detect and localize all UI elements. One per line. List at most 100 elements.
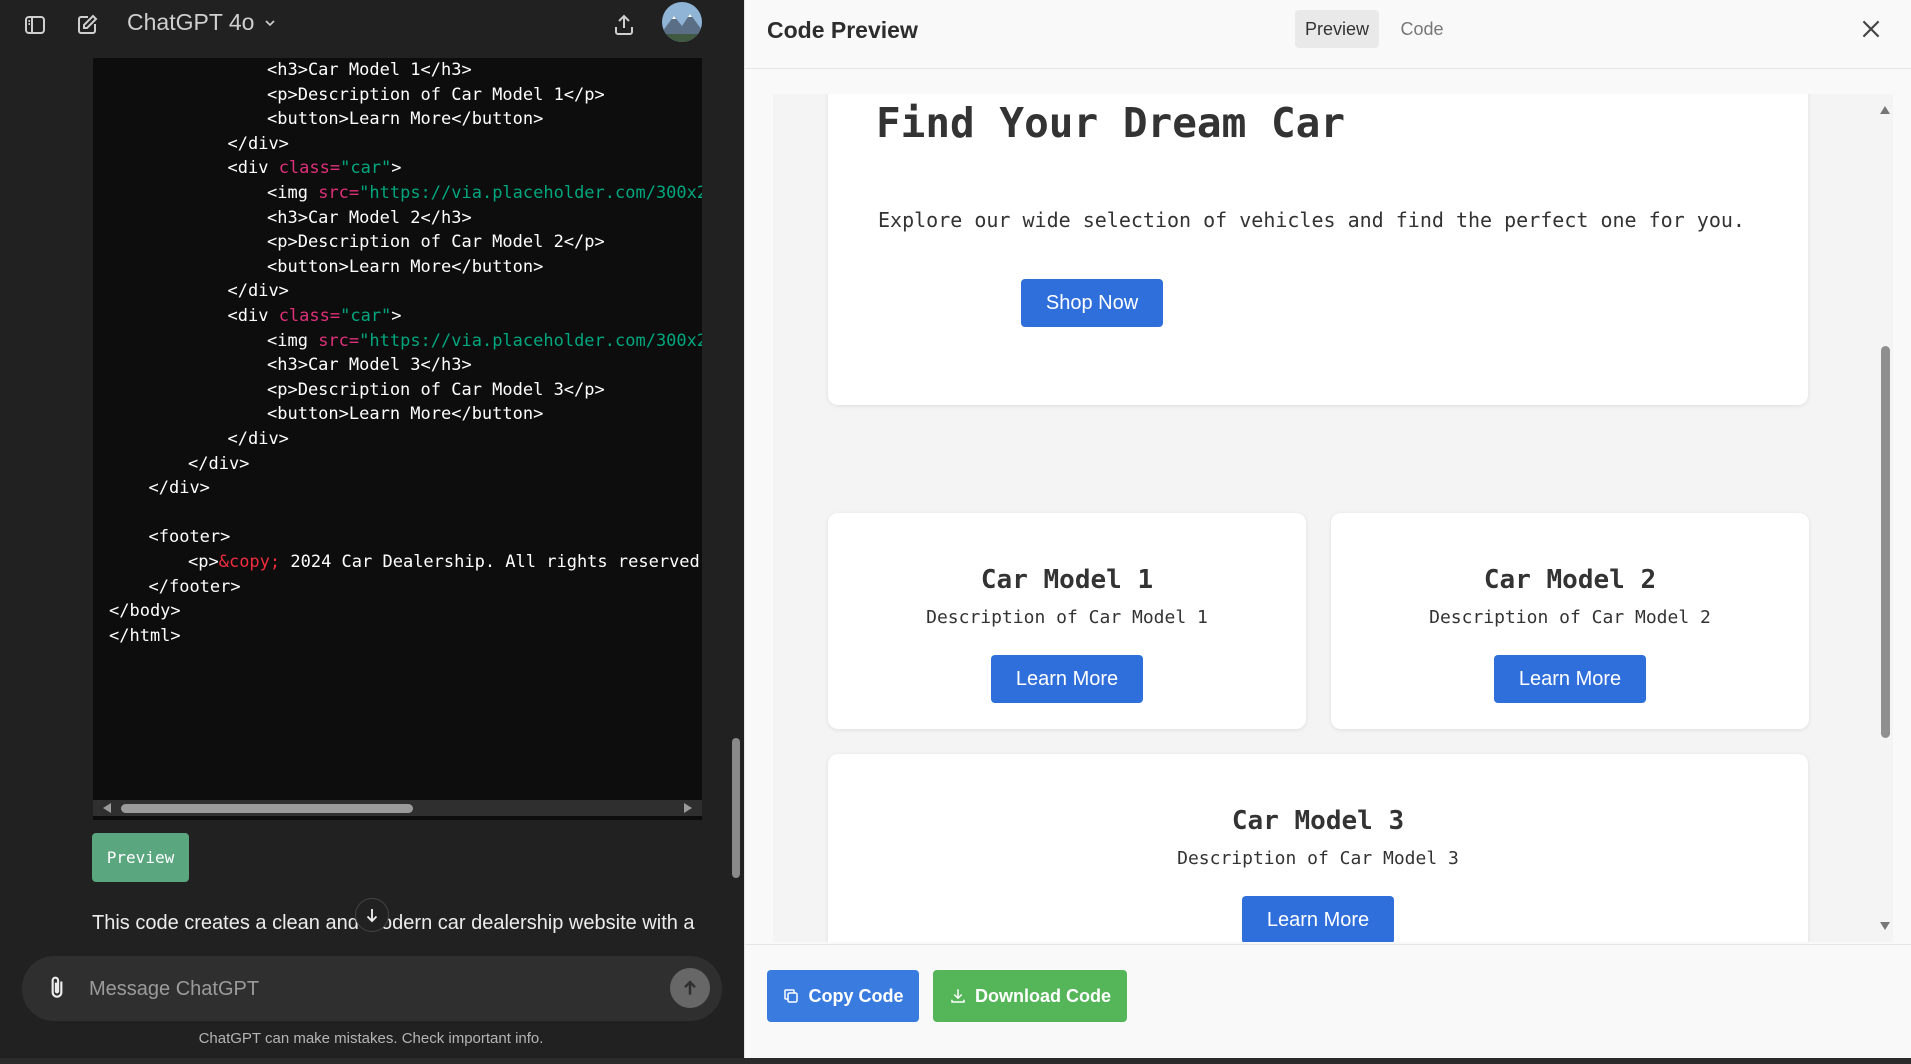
code-token: <h3>Car Model 3</h3> xyxy=(267,355,472,376)
code-line: </body> xyxy=(109,600,181,622)
share-icon[interactable] xyxy=(611,12,637,38)
car-card: Car Model 2 Description of Car Model 2 L… xyxy=(1331,513,1809,729)
code-token: <button>Learn More</button> xyxy=(267,109,544,130)
code-token: > xyxy=(391,306,402,326)
code-line: </footer> xyxy=(149,576,241,598)
download-code-label: Download Code xyxy=(975,985,1111,1006)
divider xyxy=(745,944,1911,945)
car-title: Car Model 1 xyxy=(980,565,1154,595)
chat-pane: ChatGPT 4o <h3>Car Model 1</h3> <p>Descri… xyxy=(0,0,742,1064)
shop-now-button[interactable]: Shop Now xyxy=(1021,279,1163,327)
disclaimer-text: ChatGPT can make mistakes. Check importa… xyxy=(198,1030,544,1047)
sidebar-toggle-icon[interactable] xyxy=(22,12,48,38)
code-token: <img xyxy=(267,330,319,351)
window-bottom-edge xyxy=(0,1058,1911,1064)
copy-code-label: Copy Code xyxy=(808,985,904,1006)
hero-section: Find Your Dream Car Explore our wide sel… xyxy=(828,94,1808,405)
code-token: class= xyxy=(278,158,341,179)
car-description: Description of Car Model 2 xyxy=(1429,607,1711,628)
scroll-down-arrow-icon[interactable] xyxy=(1880,922,1890,930)
message-input[interactable] xyxy=(87,956,651,1023)
code-line: </div> xyxy=(188,453,249,475)
new-chat-icon[interactable] xyxy=(74,12,100,38)
code-token: </div> xyxy=(227,133,289,154)
code-line: <button>Learn More</button> xyxy=(267,108,543,130)
car-title: Car Model 3 xyxy=(1231,806,1405,836)
code-token: &copy; xyxy=(218,552,281,572)
code-line: <img src="https://via.placeholder.com/30… xyxy=(267,330,702,352)
scrollbar-thumb[interactable] xyxy=(121,804,413,813)
chevron-down-icon xyxy=(265,19,276,26)
code-token: <p>Description of Car Model 1</p> xyxy=(267,84,605,105)
car-card: Car Model 3 Description of Car Model 3 L… xyxy=(828,754,1808,942)
code-token: <button>Learn More</button> xyxy=(267,256,544,277)
code-token: </div> xyxy=(148,478,210,499)
chat-vertical-scrollbar[interactable] xyxy=(730,0,742,950)
preview-viewport: Find Your Dream Car Explore our wide sel… xyxy=(773,94,1893,942)
code-token: <button>Learn More</button> xyxy=(267,404,544,425)
divider xyxy=(745,68,1911,69)
code-line: </div> xyxy=(228,428,289,450)
tab-preview[interactable]: Preview xyxy=(1295,10,1379,48)
close-icon[interactable] xyxy=(1858,16,1884,42)
code-token: <div xyxy=(227,306,279,326)
model-selector[interactable]: ChatGPT 4o xyxy=(127,9,278,36)
scroll-right-arrow-icon[interactable] xyxy=(684,803,692,813)
code-token: <h3>Car Model 2</h3> xyxy=(267,207,472,228)
scrollbar-thumb[interactable] xyxy=(1881,346,1890,738)
code-line: <h3>Car Model 2</h3> xyxy=(267,207,472,229)
code-token: src= xyxy=(318,330,360,351)
code-token: src= xyxy=(318,183,360,203)
code-line: <button>Learn More</button> xyxy=(267,403,543,425)
code-line: </div> xyxy=(149,477,210,499)
hero-title: Find Your Dream Car xyxy=(876,99,1345,147)
code-token: "https://via.placeholder.com/300x200 xyxy=(359,183,702,203)
preview-button[interactable]: Preview xyxy=(92,833,189,882)
code-horizontal-scrollbar[interactable] xyxy=(93,800,702,816)
code-token: class= xyxy=(278,306,341,326)
code-token: </div> xyxy=(227,429,289,449)
learn-more-button[interactable]: Learn More xyxy=(1242,896,1394,942)
car-description: Description of Car Model 1 xyxy=(926,607,1208,628)
scroll-to-bottom-button[interactable] xyxy=(355,898,389,932)
car-description: Description of Car Model 3 xyxy=(1177,848,1459,869)
code-line: <img src="https://via.placeholder.com/30… xyxy=(267,182,702,204)
send-button[interactable] xyxy=(670,968,710,1008)
code-token: "car" xyxy=(340,158,392,179)
download-icon xyxy=(951,989,965,1003)
copy-code-button[interactable]: Copy Code xyxy=(767,970,919,1022)
code-token: </div> xyxy=(188,453,250,474)
code-token: <footer> xyxy=(148,527,231,548)
download-code-button[interactable]: Download Code xyxy=(933,970,1127,1022)
learn-more-button[interactable]: Learn More xyxy=(991,655,1143,703)
learn-more-button[interactable]: Learn More xyxy=(1494,655,1646,703)
car-title: Car Model 2 xyxy=(1483,565,1657,595)
code-line: <footer> xyxy=(149,526,231,548)
car-card: Car Model 1 Description of Car Model 1 L… xyxy=(828,513,1306,729)
code-line: </div> xyxy=(228,280,289,302)
code-token: <p>Description of Car Model 3</p> xyxy=(267,379,605,400)
paperclip-icon[interactable] xyxy=(44,975,70,1001)
code-line: <h3>Car Model 3</h3> xyxy=(267,354,472,376)
code-line: <div class="car"> xyxy=(228,305,402,327)
scrollbar-thumb[interactable] xyxy=(732,738,740,878)
code-token: <p>Description of Car Model 2</p> xyxy=(267,232,605,253)
avatar[interactable] xyxy=(662,2,702,42)
code-token: </div> xyxy=(227,281,289,302)
message-composer xyxy=(22,956,722,1023)
scroll-up-arrow-icon[interactable] xyxy=(1880,106,1890,114)
scroll-left-arrow-icon[interactable] xyxy=(103,803,111,813)
code-block: <h3>Car Model 1</h3> <p>Description of Ca… xyxy=(93,58,702,820)
code-token: "https://via.placeholder.com/300x200 xyxy=(359,330,702,351)
code-line: <p>Description of Car Model 2</p> xyxy=(267,231,605,253)
code-token: <div xyxy=(227,158,279,179)
code-token: </footer> xyxy=(148,576,241,597)
code-token: <p> xyxy=(188,552,219,572)
code-line: <p>Description of Car Model 3</p> xyxy=(267,379,605,401)
tab-code[interactable]: Code xyxy=(1389,10,1455,48)
code-token: </html> xyxy=(109,625,181,646)
code-token: <img xyxy=(267,183,319,203)
preview-vertical-scrollbar[interactable] xyxy=(1877,94,1893,942)
code-line: <p>Description of Car Model 1</p> xyxy=(267,84,605,106)
code-token: "car" xyxy=(340,306,392,326)
